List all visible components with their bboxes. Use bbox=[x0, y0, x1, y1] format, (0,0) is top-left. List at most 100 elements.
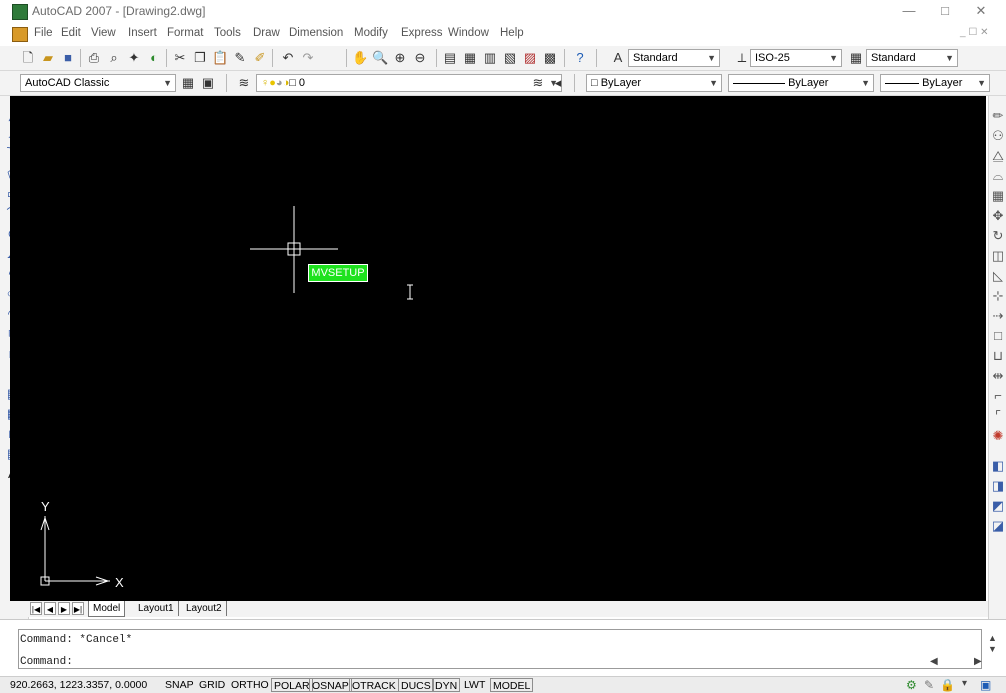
array-icon[interactable]: ▦ bbox=[989, 188, 1006, 204]
menu-draw[interactable]: Draw bbox=[253, 27, 280, 39]
snap-toggle[interactable]: SNAP bbox=[163, 678, 196, 692]
menu-edit[interactable]: Edit bbox=[61, 27, 81, 39]
my-workspace-icon[interactable]: ▣ bbox=[200, 75, 216, 91]
tab-model[interactable]: Model bbox=[88, 601, 126, 617]
copy-object-icon[interactable]: ⚇ bbox=[989, 128, 1006, 144]
menu-file[interactable]: File bbox=[34, 27, 53, 39]
explode-icon[interactable]: ✺ bbox=[989, 428, 1006, 444]
cut-icon[interactable]: ✂ bbox=[172, 50, 188, 66]
join-icon[interactable]: ⇹ bbox=[989, 368, 1006, 384]
fillet-icon[interactable]: ⌜ bbox=[989, 408, 1006, 424]
zoom-window-icon[interactable]: ⊕ bbox=[392, 50, 408, 66]
erase-icon[interactable]: ✏ bbox=[989, 108, 1006, 124]
menu-help[interactable]: Help bbox=[500, 27, 524, 39]
command-scroll-down[interactable]: ▼ bbox=[988, 644, 997, 654]
tab-prev-button[interactable]: ◀ bbox=[44, 602, 56, 615]
menu-format[interactable]: Format bbox=[167, 27, 203, 39]
save-icon[interactable]: ■ bbox=[60, 50, 76, 66]
drawing-area[interactable]: MVSETUP Y X bbox=[10, 96, 986, 601]
layer-previous-icon[interactable]: ◂ bbox=[550, 75, 566, 91]
tab-first-button[interactable]: |◀ bbox=[30, 602, 42, 615]
command-scroll-right[interactable]: ▶ bbox=[974, 656, 982, 667]
osnap-toggle[interactable]: OSNAP bbox=[309, 678, 352, 692]
ducs-toggle[interactable]: DUCS bbox=[398, 678, 434, 692]
make-layer-current-icon[interactable]: ≋ bbox=[530, 75, 546, 91]
draworder-front-icon[interactable]: ◧ bbox=[989, 458, 1006, 474]
match-properties-icon[interactable]: ✎ bbox=[232, 50, 248, 66]
minimize-button[interactable]: — bbox=[894, 2, 924, 20]
calculator-icon[interactable]: ▩ bbox=[542, 50, 558, 66]
properties-icon[interactable]: ▤ bbox=[442, 50, 458, 66]
tool-palettes-icon[interactable]: ▥ bbox=[482, 50, 498, 66]
extend-icon[interactable]: ⇢ bbox=[989, 308, 1006, 324]
tab-next-button[interactable]: ▶ bbox=[58, 602, 70, 615]
model-toggle[interactable]: MODEL bbox=[490, 678, 534, 692]
sheet-set-icon[interactable]: ▧ bbox=[502, 50, 518, 66]
rotate-icon[interactable]: ↻ bbox=[989, 228, 1006, 244]
workspace-combo[interactable]: AutoCAD Classic ▼ bbox=[20, 74, 176, 92]
tab-layout1[interactable]: Layout1 bbox=[134, 601, 179, 616]
paste-icon[interactable]: 📋 bbox=[212, 50, 228, 66]
menu-tools[interactable]: Tools bbox=[214, 27, 241, 39]
zoom-previous-icon[interactable]: ⊖ bbox=[412, 50, 428, 66]
draworder-back-icon[interactable]: ◨ bbox=[989, 478, 1006, 494]
dyn-toggle[interactable]: DYN bbox=[432, 678, 461, 692]
scale-icon[interactable]: ◫ bbox=[989, 248, 1006, 264]
document-icon[interactable] bbox=[12, 27, 28, 42]
copy-icon[interactable]: ❐ bbox=[192, 50, 208, 66]
lock-icon[interactable]: 🔒 bbox=[940, 678, 955, 692]
break-icon[interactable]: ⊔ bbox=[989, 348, 1006, 364]
stretch-icon[interactable]: ◺ bbox=[989, 268, 1006, 284]
markup-icon[interactable]: ▨ bbox=[522, 50, 538, 66]
break-at-point-icon[interactable]: □ bbox=[989, 328, 1006, 344]
autocad-app-icon[interactable] bbox=[12, 4, 28, 20]
dim-style-combo[interactable]: ISO-25 ▼ bbox=[750, 49, 842, 67]
plot-preview-icon[interactable]: ⌕ bbox=[106, 50, 122, 66]
layer-manager-icon[interactable]: ≋ bbox=[236, 75, 252, 91]
move-icon[interactable]: ✥ bbox=[989, 208, 1006, 224]
polar-toggle[interactable]: POLAR bbox=[271, 678, 313, 692]
menu-window[interactable]: Window bbox=[448, 27, 489, 39]
clean-screen-icon[interactable]: ▣ bbox=[980, 678, 991, 692]
menu-dimension[interactable]: Dimension bbox=[289, 27, 343, 39]
command-scroll-left[interactable]: ◀ bbox=[930, 656, 938, 667]
draworder-under-icon[interactable]: ◪ bbox=[989, 518, 1006, 534]
trim-icon[interactable]: ⊹ bbox=[989, 288, 1006, 304]
layer-combo[interactable]: ♀●◕◑□ 0 ▼ bbox=[256, 74, 562, 92]
redo-icon[interactable]: ↷ bbox=[300, 50, 316, 66]
comm-center-icon[interactable]: ⚙ bbox=[906, 678, 917, 692]
ortho-toggle[interactable]: ORTHO bbox=[229, 678, 271, 692]
pan-icon[interactable]: ✋ bbox=[352, 50, 368, 66]
tab-last-button[interactable]: ▶| bbox=[72, 602, 84, 615]
color-combo[interactable]: □ ByLayer ▼ bbox=[586, 74, 722, 92]
draworder-above-icon[interactable]: ◩ bbox=[989, 498, 1006, 514]
maximize-button[interactable]: □ bbox=[930, 2, 960, 20]
chamfer-icon[interactable]: ⌐ bbox=[989, 388, 1006, 404]
table-style-combo[interactable]: Standard ▼ bbox=[866, 49, 958, 67]
workspace-settings-icon[interactable]: ▦ bbox=[180, 75, 196, 91]
design-center-icon[interactable]: ▦ bbox=[462, 50, 478, 66]
close-button[interactable]: ✕ bbox=[966, 2, 996, 20]
grid-toggle[interactable]: GRID bbox=[197, 678, 227, 692]
mirror-icon[interactable]: ⧋ bbox=[989, 148, 1006, 164]
tab-layout2[interactable]: Layout2 bbox=[182, 601, 227, 616]
pencil-icon[interactable]: ✎ bbox=[924, 678, 934, 692]
new-icon[interactable]: 🗋 bbox=[20, 50, 36, 66]
open-icon[interactable]: ▰ bbox=[40, 50, 56, 66]
undo-icon[interactable]: ↶ bbox=[280, 50, 296, 66]
zoom-realtime-icon[interactable]: 🔍 bbox=[372, 50, 388, 66]
help-icon[interactable]: ? bbox=[572, 50, 588, 66]
lineweight-combo[interactable]: ByLayer ▼ bbox=[880, 74, 990, 92]
menu-view[interactable]: View bbox=[91, 27, 116, 39]
publish-icon[interactable]: ✦ bbox=[126, 50, 142, 66]
command-scroll-up[interactable]: ▲ bbox=[988, 633, 997, 643]
command-prompt[interactable]: Command: bbox=[20, 656, 73, 668]
mdi-window-controls[interactable]: _ ☐ ✕ bbox=[960, 27, 988, 38]
block-editor-icon[interactable]: ✐ bbox=[252, 50, 268, 66]
linetype-combo[interactable]: ByLayer ▼ bbox=[728, 74, 874, 92]
lwt-toggle[interactable]: LWT bbox=[462, 678, 487, 692]
menu-express[interactable]: Express bbox=[401, 27, 443, 39]
menu-modify[interactable]: Modify bbox=[354, 27, 388, 39]
menu-insert[interactable]: Insert bbox=[128, 27, 157, 39]
text-style-combo[interactable]: Standard ▼ bbox=[628, 49, 720, 67]
